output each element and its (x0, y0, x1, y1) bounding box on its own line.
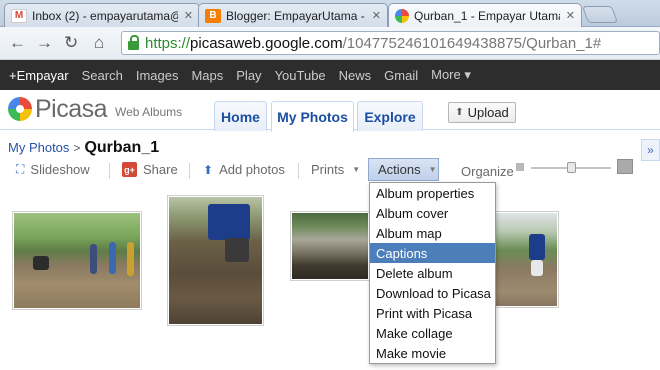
photo-thumbnail[interactable] (167, 195, 264, 326)
divider (298, 163, 299, 179)
browser-toolbar: ← → ↻ ⌂ https:// picasaweb.google.com /1… (0, 27, 660, 60)
tab-label: Inbox (2) - empayarutama@ (32, 8, 178, 23)
url-path: /104775246101649438875/Qurban_1# (342, 34, 602, 52)
picasa-logo-icon[interactable] (8, 97, 32, 121)
gbar-search-link[interactable]: Search (82, 68, 123, 83)
organize-label: Organize (461, 164, 514, 179)
google-bar: +Empayar Search Images Maps Play YouTube… (0, 60, 660, 90)
caret-down-icon: ▼ (428, 165, 437, 174)
gbar-profile-link[interactable]: +Empayar (9, 68, 69, 83)
caret-down-icon: ▼ (352, 165, 361, 174)
close-icon[interactable]: ✕ (566, 9, 575, 22)
menu-item-make-movie[interactable]: Make movie (370, 343, 495, 363)
tab-home[interactable]: Home (214, 101, 267, 131)
gbar-play-link[interactable]: Play (236, 68, 261, 83)
menu-item-print-with-picasa[interactable]: Print with Picasa (370, 303, 495, 323)
upload-label: Upload (467, 105, 509, 120)
address-bar[interactable]: https:// picasaweb.google.com /104775246… (121, 31, 660, 55)
menu-item-delete-album[interactable]: Delete album (370, 263, 495, 283)
person-figure (531, 260, 543, 276)
slideshow-label: Slideshow (30, 162, 90, 177)
close-icon[interactable]: ✕ (372, 9, 381, 22)
tab-label: Qurban_1 - Empayar Utama (414, 8, 560, 23)
gbar-gmail-link[interactable]: Gmail (384, 68, 418, 83)
tab-blogger[interactable]: B Blogger: EmpayarUtama - All ✕ (198, 3, 388, 27)
google-plus-icon: g+ (122, 162, 137, 177)
blogger-icon: B (205, 8, 221, 23)
back-arrow-icon[interactable]: ← (9, 34, 26, 52)
photo-image (496, 213, 557, 306)
upload-icon: ⬆ (455, 107, 464, 118)
photo-thumbnail[interactable] (290, 211, 370, 281)
menu-item-album-map[interactable]: Album map (370, 223, 495, 243)
close-icon[interactable]: ✕ (184, 9, 193, 22)
menu-item-captions[interactable]: Captions (370, 243, 495, 263)
gbar-youtube-link[interactable]: YouTube (275, 68, 326, 83)
brand-subtitle: Web Albums (115, 105, 183, 119)
gmail-icon: M (11, 8, 27, 23)
tab-explore[interactable]: Explore (357, 101, 423, 131)
breadcrumb-separator: > (73, 141, 81, 155)
person-figure (109, 242, 116, 274)
prints-dropdown[interactable]: Prints ▼ (311, 162, 360, 177)
tab-label: Blogger: EmpayarUtama - All (226, 8, 366, 23)
picasa-header: Picasa Web Albums Home My Photos Explore… (0, 90, 660, 132)
upload-button[interactable]: ⬆ Upload (448, 102, 516, 123)
tab-my-photos[interactable]: My Photos (271, 101, 354, 132)
thumbnail-large-icon[interactable] (617, 159, 633, 174)
slideshow-button[interactable]: ⛶ Slideshow (16, 162, 90, 177)
reload-icon[interactable]: ↻ (64, 34, 78, 52)
tab-picasa[interactable]: Qurban_1 - Empayar Utama ✕ (388, 3, 582, 27)
album-title: Qurban_1 (84, 139, 160, 156)
person-figure (529, 234, 545, 260)
person-figure (90, 244, 97, 274)
share-button[interactable]: g+ Share (122, 162, 178, 177)
menu-item-make-collage[interactable]: Make collage (370, 323, 495, 343)
gbar-more-menu[interactable]: More ▾ (431, 67, 471, 83)
picasa-icon (395, 8, 409, 23)
goat-figure (33, 256, 49, 270)
thumbnail-small-icon[interactable] (516, 163, 524, 171)
add-photos-label: Add photos (219, 162, 285, 177)
actions-label: Actions (378, 162, 421, 177)
lock-icon (128, 34, 139, 50)
person-figure (225, 238, 249, 262)
url-host: picasaweb.google.com (190, 34, 343, 52)
new-tab-button[interactable] (581, 6, 619, 23)
person-figure (127, 242, 134, 276)
menu-item-album-properties[interactable]: Album properties (370, 183, 495, 203)
gbar-images-link[interactable]: Images (136, 68, 179, 83)
actions-dropdown[interactable]: Actions ▼ (368, 158, 439, 181)
breadcrumb-my-photos-link[interactable]: My Photos (8, 140, 69, 155)
brand-name[interactable]: Picasa (35, 95, 108, 124)
photo-thumbnail[interactable] (494, 211, 559, 308)
divider (109, 163, 110, 179)
forward-arrow-icon[interactable]: → (36, 34, 53, 52)
share-label: Share (143, 162, 178, 177)
upload-icon: ⬆ (203, 162, 214, 177)
zoom-slider-handle[interactable] (567, 162, 576, 173)
add-photos-button[interactable]: ⬆ Add photos (203, 162, 285, 177)
breadcrumb: My Photos > Qurban_1 (8, 139, 159, 157)
browser-window: M Inbox (2) - empayarutama@ ✕ B Blogger:… (0, 0, 660, 370)
divider (189, 163, 190, 179)
url-scheme: https:// (145, 34, 191, 52)
menu-item-download-to-picasa[interactable]: Download to Picasa (370, 283, 495, 303)
actions-menu: Album properties Album cover Album map C… (369, 182, 496, 364)
person-figure (208, 204, 250, 240)
album-action-bar: ⛶ Slideshow g+ Share ⬆ Add photos Prints… (0, 159, 660, 183)
photo-thumbnail[interactable] (12, 211, 142, 310)
tab-strip: M Inbox (2) - empayarutama@ ✕ B Blogger:… (0, 0, 660, 27)
photo-image (292, 213, 368, 279)
fullscreen-icon: ⛶ (16, 162, 25, 176)
menu-item-album-cover[interactable]: Album cover (370, 203, 495, 223)
tab-gmail[interactable]: M Inbox (2) - empayarutama@ ✕ (4, 3, 200, 27)
home-icon[interactable]: ⌂ (94, 34, 104, 52)
gbar-maps-link[interactable]: Maps (191, 68, 223, 83)
prints-label: Prints (311, 162, 345, 177)
gbar-news-link[interactable]: News (339, 68, 372, 83)
chevron-right-icon[interactable]: » (641, 139, 660, 161)
